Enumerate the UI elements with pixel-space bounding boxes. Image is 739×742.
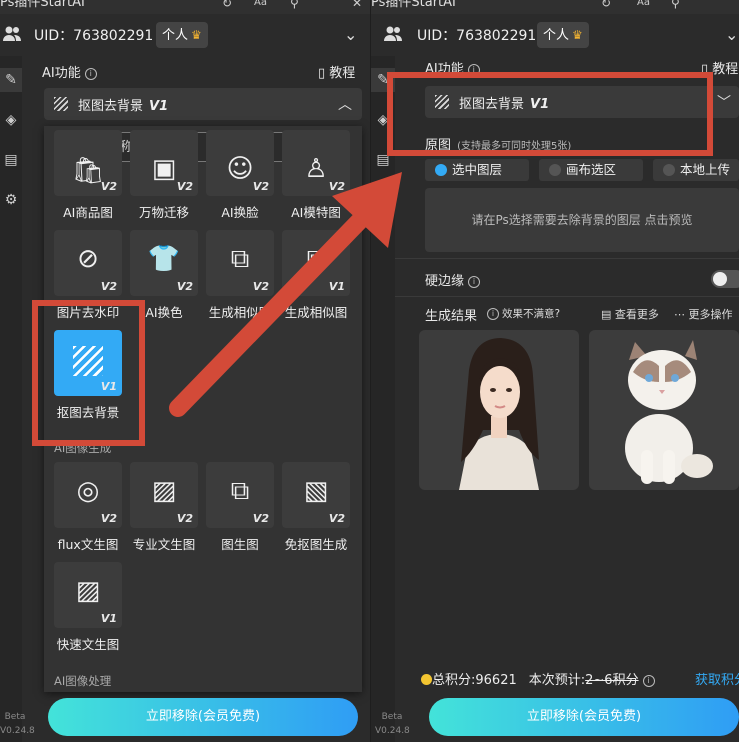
annotation-arrow bbox=[169, 172, 402, 417]
